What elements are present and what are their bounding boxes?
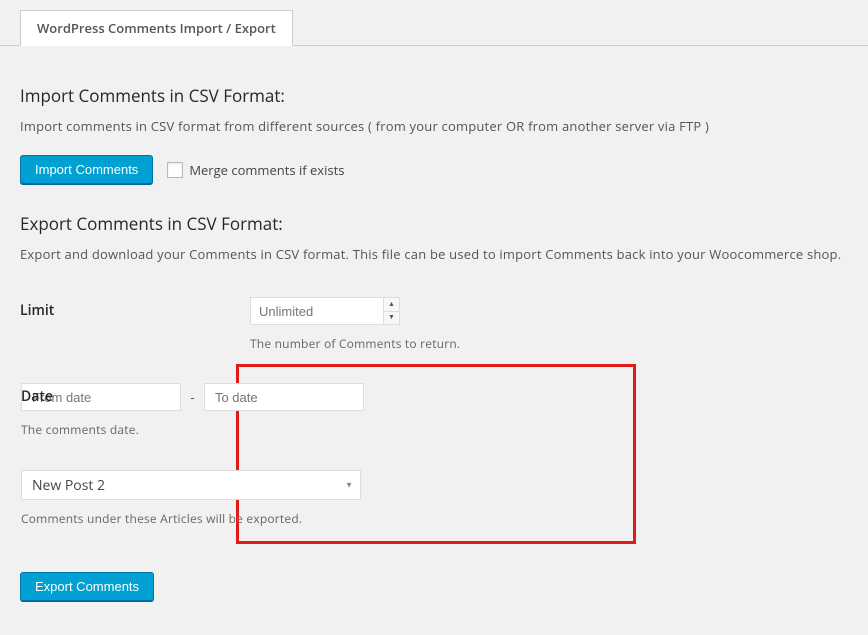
number-spinner: ▲ ▼ — [383, 298, 399, 324]
spinner-down-icon[interactable]: ▼ — [384, 312, 399, 325]
import-heading: Import Comments in CSV Format: — [20, 84, 848, 107]
import-row: Import Comments Merge comments if exists — [20, 155, 848, 184]
spinner-up-icon[interactable]: ▲ — [384, 298, 399, 312]
import-comments-button[interactable]: Import Comments — [20, 155, 153, 184]
tab-import-export[interactable]: WordPress Comments Import / Export — [20, 10, 293, 46]
limit-input-wrap: ▲ ▼ — [250, 297, 400, 325]
limit-field: ▲ ▼ The number of Comments to return. — [250, 297, 848, 352]
tab-label: WordPress Comments Import / Export — [37, 19, 276, 37]
date-row: Date - The comments date. — [251, 377, 621, 444]
button-label: Export Comments — [35, 579, 139, 594]
date-label: Date — [21, 387, 221, 406]
articles-row: Articles New Post 2 ▼ Comments under the… — [251, 444, 621, 527]
articles-select-value: New Post 2 — [21, 470, 361, 500]
export-form: Limit ▲ ▼ The number of Comments to retu… — [20, 283, 848, 544]
limit-row: Limit ▲ ▼ The number of Comments to retu… — [20, 283, 848, 358]
articles-field: New Post 2 ▼ Comments under these Articl… — [21, 470, 621, 527]
merge-checkbox[interactable] — [167, 162, 183, 178]
limit-label: Limit — [20, 297, 250, 320]
tab-bar: WordPress Comments Import / Export — [0, 10, 868, 46]
export-description: Export and download your Comments in CSV… — [20, 245, 848, 263]
articles-help: Comments under these Articles will be ex… — [21, 510, 621, 527]
limit-input[interactable] — [250, 297, 400, 325]
button-label: Import Comments — [35, 162, 138, 177]
highlighted-section: Date - The comments date. Articles New P… — [236, 364, 636, 544]
export-comments-button[interactable]: Export Comments — [20, 572, 154, 601]
export-button-row: Export Comments — [20, 572, 848, 601]
main-content: Import Comments in CSV Format: Import co… — [0, 46, 868, 621]
merge-checkbox-group: Merge comments if exists — [167, 161, 344, 179]
date-help: The comments date. — [21, 421, 621, 438]
to-date-input[interactable] — [204, 383, 364, 411]
export-heading: Export Comments in CSV Format: — [20, 212, 848, 235]
limit-help: The number of Comments to return. — [250, 335, 848, 352]
merge-checkbox-label: Merge comments if exists — [189, 161, 344, 179]
articles-select[interactable]: New Post 2 ▼ — [21, 470, 361, 500]
import-description: Import comments in CSV format from diffe… — [20, 117, 848, 135]
